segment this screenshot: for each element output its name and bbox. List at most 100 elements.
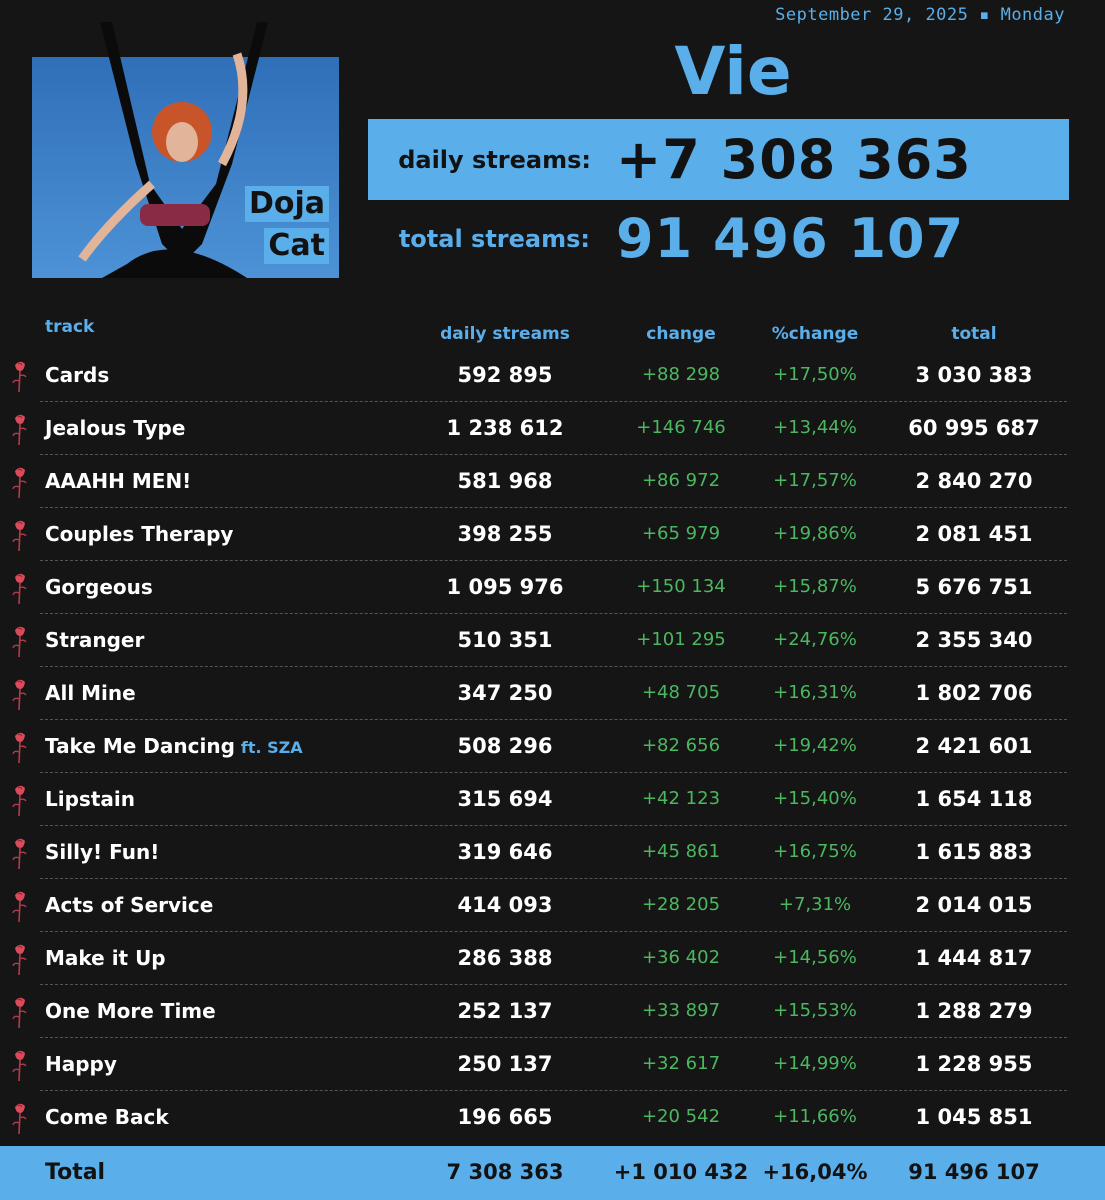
track-daily-streams: 581 968 (457, 469, 553, 493)
track-daily-streams: 592 895 (457, 363, 553, 387)
track-name: One More Time (45, 999, 216, 1023)
track-daily-streams: 286 388 (457, 946, 553, 970)
artist-name: Doja Cat (244, 186, 329, 270)
table-row: Lipstain 315 694 +42 123 +15,40% 1 654 118 (0, 773, 1105, 826)
track-title: Happy (45, 1052, 117, 1076)
table-row: Acts of Service 414 093 +28 205 +7,31% 2 014… (0, 879, 1105, 932)
track-total: 2 355 340 (915, 628, 1033, 652)
rose-icon (11, 465, 29, 499)
track-daily-streams: 250 137 (457, 1052, 553, 1076)
table-row: Stranger 510 351 +101 295 +24,76% 2 355 340 (0, 614, 1105, 667)
totals-row: Total 7 308 363 +1 010 432 +16,04% 91 49… (0, 1146, 1105, 1200)
track-title: Jealous Type (45, 416, 186, 440)
track-name: Make it Up (45, 946, 166, 970)
rose-icon (11, 624, 29, 658)
total-streams-label: total streams: (398, 225, 590, 253)
totals-daily: 7 308 363 (446, 1160, 564, 1184)
table-row: One More Time 252 137 +33 897 +15,53% 1 288 … (0, 985, 1105, 1038)
table-row: Cards 592 895 +88 298 +17,50% 3 030 383 (0, 349, 1105, 402)
table-row: Couples Therapy 398 255 +65 979 +19,86% 2 08… (0, 508, 1105, 561)
track-total: 1 045 851 (915, 1105, 1033, 1129)
track-title: One More Time (45, 999, 216, 1023)
track-daily-streams: 508 296 (457, 734, 553, 758)
track-title: All Mine (45, 681, 136, 705)
track-daily-streams: 1 238 612 (446, 416, 564, 440)
track-name: Happy (45, 1052, 117, 1076)
track-name: Take Me Dancing ft. SZA (45, 734, 303, 758)
table-row: Come Back 196 665 +20 542 +11,66% 1 045 851 (0, 1091, 1105, 1144)
track-daily-streams: 414 093 (457, 893, 553, 917)
track-total: 1 444 817 (915, 946, 1033, 970)
totals-total: 91 496 107 (908, 1160, 1040, 1184)
rose-icon (11, 518, 29, 552)
artist-line-1: Doja (244, 186, 329, 222)
table-row: Happy 250 137 +32 617 +14,99% 1 228 955 (0, 1038, 1105, 1091)
table-row: Gorgeous 1 095 976 +150 134 +15,87% 5 676 75… (0, 561, 1105, 614)
track-daily-streams: 398 255 (457, 522, 553, 546)
rose-icon (11, 412, 29, 446)
track-total: 1 654 118 (915, 787, 1033, 811)
daily-streams-value: +7 308 363 (616, 128, 972, 191)
daily-streams-banner: daily streams: +7 308 363 (368, 119, 1069, 200)
track-title: Cards (45, 363, 110, 387)
track-name: Jealous Type (45, 416, 185, 440)
rose-icon (11, 836, 29, 870)
track-title: Stranger (45, 628, 145, 652)
rose-icon (11, 730, 29, 764)
track-name: Cards (45, 363, 109, 387)
track-daily-streams: 252 137 (457, 999, 553, 1023)
rose-icon (11, 571, 29, 605)
rose-icon (11, 783, 29, 817)
track-name: Acts of Service (45, 893, 213, 917)
track-title: Make it Up (45, 946, 166, 970)
track-total: 2 421 601 (915, 734, 1033, 758)
total-streams-value: 91 496 107 (616, 207, 965, 270)
rose-icon (11, 359, 29, 393)
album-title: Vie (674, 33, 792, 110)
track-daily-streams: 1 095 976 (446, 575, 564, 599)
track-total: 1 802 706 (915, 681, 1033, 705)
track-total: 1 288 279 (915, 999, 1033, 1023)
column-header-track: track (45, 317, 95, 337)
track-total: 5 676 751 (915, 575, 1033, 599)
artist-line-2: Cat (264, 228, 329, 264)
track-table: Cards 592 895 +88 298 +17,50% 3 030 383 Jealo… (0, 349, 1105, 1144)
track-daily-streams: 315 694 (457, 787, 553, 811)
track-name: All Mine (45, 681, 136, 705)
totals-label: Total (45, 1160, 106, 1185)
track-total: 2 014 015 (915, 893, 1033, 917)
rose-icon (11, 942, 29, 976)
track-name: Lipstain (45, 787, 135, 811)
table-row: Take Me Dancing ft. SZA 508 296 +82 656 +19,… (0, 720, 1105, 773)
table-row: All Mine 347 250 +48 705 +16,31% 1 802 706 (0, 667, 1105, 720)
track-title: Acts of Service (45, 893, 214, 917)
track-name: Gorgeous (45, 575, 153, 599)
table-row: Make it Up 286 388 +36 402 +14,56% 1 444 817 (0, 932, 1105, 985)
track-title: Couples Therapy (45, 522, 234, 546)
track-title: Silly! Fun! (45, 840, 160, 864)
track-title: AAAHH MEN! (45, 469, 192, 493)
track-daily-streams: 319 646 (457, 840, 553, 864)
track-name: Silly! Fun! (45, 840, 159, 864)
date-label: September 29, 2025 ▪ Monday (775, 5, 1065, 25)
track-title: Lipstain (45, 787, 135, 811)
track-name: Come Back (45, 1105, 169, 1129)
table-row: Jealous Type 1 238 612 +146 746 +13,44% 60 9… (0, 402, 1105, 455)
rose-icon (11, 1048, 29, 1082)
track-total: 60 995 687 (908, 416, 1040, 440)
album-cover: Doja Cat (32, 14, 339, 278)
table-row: AAAHH MEN! 581 968 +86 972 +17,57% 2 840 270 (0, 455, 1105, 508)
track-name: Stranger (45, 628, 144, 652)
rose-icon (11, 1101, 29, 1135)
track-daily-streams: 347 250 (457, 681, 553, 705)
track-total: 1 228 955 (915, 1052, 1033, 1076)
track-total: 2 081 451 (915, 522, 1033, 546)
track-name: Couples Therapy (45, 522, 233, 546)
track-title: Gorgeous (45, 575, 153, 599)
track-total: 2 840 270 (915, 469, 1033, 493)
table-row: Silly! Fun! 319 646 +45 861 +16,75% 1 615 88… (0, 826, 1105, 879)
column-header-daily: daily streams (440, 324, 570, 344)
track-title: Take Me Dancing (45, 734, 235, 758)
rose-icon (11, 889, 29, 923)
track-daily-streams: 510 351 (457, 628, 553, 652)
